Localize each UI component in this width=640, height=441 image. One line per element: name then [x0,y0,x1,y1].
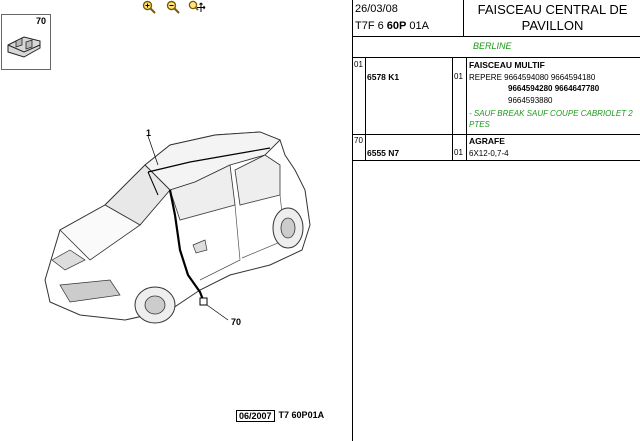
part-note: PTES [469,120,490,129]
variant-label: BERLINE [473,41,512,51]
part-title: FAISCEAU MULTIF [469,60,545,70]
part-title: AGRAFE [469,136,505,146]
part-number[interactable]: 6555 N7 [367,148,399,158]
header-date: 26/03/08 [355,3,398,15]
table-row[interactable]: 70 6555 N7 01 AGRAFE 6X12-0,7-4 [353,134,640,161]
page-title: FAISCEAU CENTRAL DE PAVILLON [477,2,628,33]
part-detail-line: 9664594280 9664647780 [508,84,600,93]
part-note: - SAUF BREAK SAUF COUPE CABRIOLET 2 [469,109,633,118]
thumbnail-label: 70 [35,16,46,26]
diagram-footer: 06/2007 T7 60P01A [236,410,324,422]
footer-ref: T7 60P01A [278,410,325,420]
part-detail-line: 9664593880 [508,96,553,105]
callout-1: 1 [146,128,152,138]
variant-bar: BERLINE [353,37,640,58]
part-detail-line: REPERE 9664594080 9664594180 [469,73,596,82]
callout-70: 70 [231,317,242,327]
part-number[interactable]: 6578 K1 [367,72,399,82]
footer-date: 06/2007 [236,410,275,422]
zoom-toolbar [140,0,206,14]
zoom-out-icon[interactable] [164,0,182,14]
zoom-move-icon[interactable] [188,0,206,14]
car-illustration [44,131,311,324]
parts-header: 26/03/08 T7F 6 60P 01A FAISCEAU CENTRAL … [353,0,640,37]
clip-thumbnail[interactable]: 70 [1,14,51,70]
header-code-area: 26/03/08 T7F 6 60P 01A [353,0,464,36]
illustration-panel: 70 1 70 06/2007 T7 60P01A [0,0,352,441]
row-index: 70 [354,136,363,145]
zoom-in-icon[interactable] [140,0,158,14]
part-detail-line: 6X12-0,7-4 [469,149,509,158]
quantity: 01 [454,148,463,157]
row-index: 01 [354,60,363,69]
table-row[interactable]: 01 6578 K1 01 FAISCEAU MULTIF REPERE 966… [353,58,640,135]
parts-panel: 26/03/08 T7F 6 60P 01A FAISCEAU CENTRAL … [353,0,640,441]
quantity: 01 [454,72,463,81]
header-reference: T7F 6 60P 01A [355,20,430,32]
